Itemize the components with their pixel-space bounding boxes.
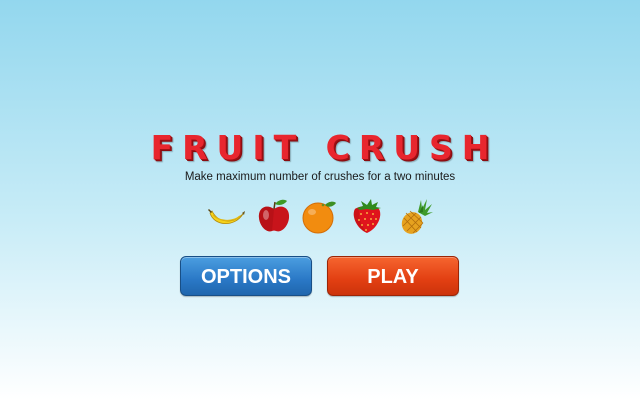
orange-icon [302,201,336,234]
banana-icon [208,209,245,225]
play-button[interactable]: PLAY [327,256,459,296]
options-button[interactable]: OPTIONS [180,256,312,296]
strawberry-icon [353,199,381,233]
fruit-row [0,196,640,238]
game-subtitle: Make maximum number of crushes for a two… [184,171,456,183]
start-screen: FRUIT CRUSH Make maximum number of crush… [0,0,640,400]
game-title: FRUIT CRUSH [150,128,499,167]
apple-icon [258,199,290,232]
pineapple-icon [401,199,433,234]
